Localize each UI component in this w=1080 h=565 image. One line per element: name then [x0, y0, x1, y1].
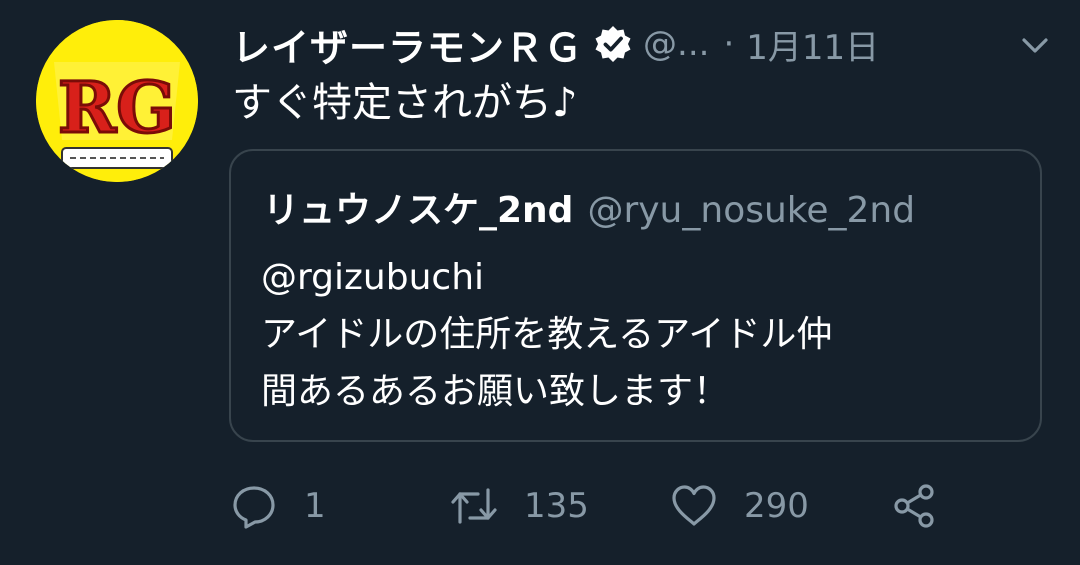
retweet-count: 135 — [524, 486, 589, 526]
like-count: 290 — [744, 486, 809, 526]
retweet-icon — [451, 488, 497, 524]
tweet-actions: 1 135 290 — [230, 478, 970, 534]
quoted-tweet-card[interactable]: リュウノスケ_2nd @ryu_nosuke_2nd @rgizubuchi ア… — [229, 149, 1042, 442]
verified-badge-icon — [595, 26, 631, 62]
avatar[interactable]: RG — [36, 20, 198, 182]
quoted-tweet-text: @rgizubuchi アイドルの住所を教えるアイドル仲 間あるあるお願い致しま… — [261, 257, 833, 412]
share-button[interactable] — [890, 478, 938, 534]
retweet-button[interactable]: 135 — [450, 478, 589, 534]
author-display-name[interactable]: レイザーラモンＲＧ — [232, 17, 583, 72]
author-handle[interactable]: @... — [643, 24, 709, 64]
heart-icon — [672, 485, 716, 526]
tweet[interactable]: RG レイザーラモンＲＧ @... · 1月11日 すぐ特定されがち♪ リュウノ… — [0, 0, 1080, 565]
svg-text:RG: RG — [58, 66, 176, 149]
tweet-header: レイザーラモンＲＧ @... · 1月11日 — [232, 14, 1052, 74]
chevron-down-icon[interactable] — [1018, 28, 1052, 62]
reply-icon — [233, 486, 275, 529]
like-button[interactable]: 290 — [670, 478, 809, 534]
separator-dot: · — [723, 24, 735, 64]
reply-button[interactable]: 1 — [230, 478, 326, 534]
quoted-tweet-header: リュウノスケ_2nd @ryu_nosuke_2nd — [263, 181, 915, 233]
rg-logo-icon: RG — [36, 20, 198, 182]
share-icon — [894, 484, 934, 528]
quoted-author-handle: @ryu_nosuke_2nd — [587, 190, 916, 231]
tweet-date[interactable]: 1月11日 — [746, 20, 879, 69]
reply-count: 1 — [304, 486, 326, 526]
tweet-text: すぐ特定されがち♪ — [232, 80, 578, 126]
quoted-author-display-name: リュウノスケ_2nd — [263, 190, 574, 231]
